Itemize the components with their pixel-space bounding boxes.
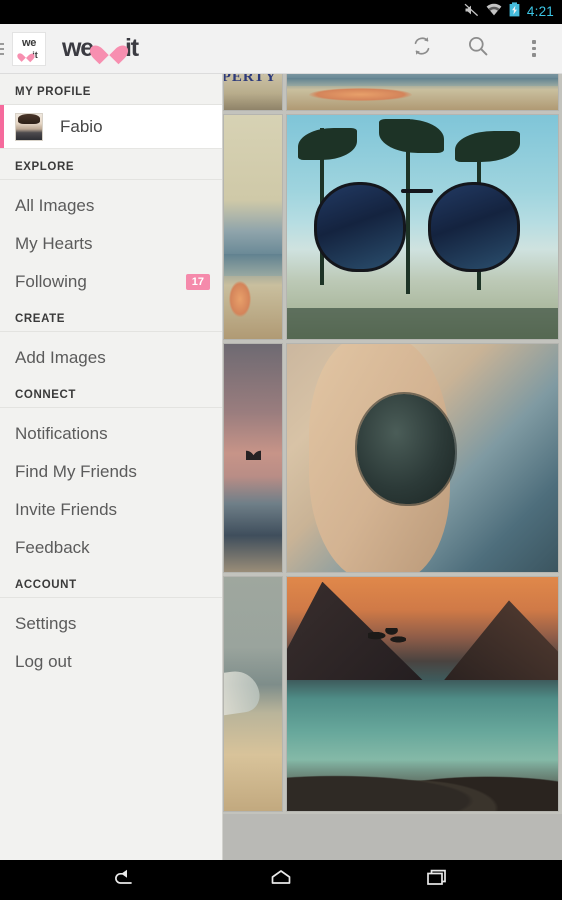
page-title: we it — [62, 34, 139, 63]
grid-column-right — [286, 24, 559, 812]
battery-charging-icon — [509, 2, 520, 22]
back-button[interactable] — [101, 860, 149, 900]
following-badge: 17 — [185, 273, 210, 291]
grid-item-sunset-seabird-photo[interactable] — [223, 343, 283, 573]
mountain-lake-photo — [287, 577, 558, 811]
avatar — [15, 112, 43, 141]
home-icon — [266, 867, 296, 894]
profile-name: Fabio — [60, 116, 103, 136]
drawer-item-settings[interactable]: Settings — [0, 605, 222, 643]
navigation-drawer: MY PROFILE Fabio EXPLORE All Images My H… — [0, 74, 223, 860]
home-button[interactable] — [257, 860, 305, 900]
recents-button[interactable] — [413, 860, 461, 900]
grid-item-beach-umbrella-photo[interactable] — [223, 114, 283, 340]
sunglasses-palms-photo — [287, 115, 558, 339]
drawer-section-create: CREATE — [0, 301, 222, 332]
drawer-item-add-images[interactable]: Add Images — [0, 339, 222, 377]
drawer-item-invite-friends[interactable]: Invite Friends — [0, 491, 222, 529]
baby-turtle-hand-photo — [287, 344, 558, 572]
sunglasses-left-lens — [314, 182, 407, 272]
device-screen: 4:21 PERTY MY PROFILE Fabio EXPLORE All … — [0, 0, 562, 900]
app-logo-we: we — [21, 37, 37, 49]
refresh-button[interactable] — [394, 24, 450, 74]
drawer-item-label: Log out — [15, 652, 72, 671]
grid-item-mountain-lake-photo[interactable] — [286, 576, 559, 812]
beach-umbrella-photo — [224, 115, 282, 339]
drawer-section-explore: EXPLORE — [0, 149, 222, 180]
drawer-item-find-my-friends[interactable]: Find My Friends — [0, 453, 222, 491]
wifi-icon — [486, 3, 502, 21]
back-icon — [110, 867, 140, 894]
drawer-item-label: My Hearts — [15, 234, 93, 253]
brand-we-text: we — [62, 34, 94, 62]
drawer-item-profile[interactable]: Fabio — [0, 105, 222, 149]
drawer-section-account: ACCOUNT — [0, 567, 222, 598]
sunglasses-bridge — [400, 188, 434, 193]
drawer-item-notifications[interactable]: Notifications — [0, 415, 222, 453]
drawer-item-following[interactable]: Following 17 — [0, 263, 222, 301]
grid-column-left — [223, 24, 283, 812]
sunset-seabird-photo — [224, 344, 282, 572]
refresh-icon — [410, 34, 434, 63]
system-navigation-bar — [0, 860, 562, 900]
drawer-item-all-images[interactable]: All Images — [0, 187, 222, 225]
search-icon — [466, 34, 490, 63]
overflow-menu-button[interactable] — [506, 24, 562, 74]
drawer-item-feedback[interactable]: Feedback — [0, 529, 222, 567]
drawer-item-label: Feedback — [15, 538, 90, 557]
drawer-item-label: Add Images — [15, 348, 106, 367]
mute-icon — [464, 3, 479, 22]
hamburger-icon[interactable] — [0, 24, 6, 74]
drawer-item-label: Find My Friends — [15, 462, 137, 481]
drawer-section-my-profile: MY PROFILE — [0, 74, 222, 105]
drawer-item-label: Following — [15, 272, 87, 291]
image-grid[interactable] — [223, 24, 562, 814]
overflow-menu-icon — [532, 40, 536, 57]
sunglasses-right-lens — [427, 182, 521, 272]
app-content: MY PROFILE Fabio EXPLORE All Images My H… — [0, 24, 562, 860]
drawer-item-label: Settings — [15, 614, 77, 633]
app-toolbar: we it we it — [0, 24, 562, 74]
app-logo-icon[interactable]: we it — [12, 31, 46, 66]
selection-indicator — [0, 105, 4, 148]
drawer-item-label: All Images — [15, 196, 95, 215]
status-bar: 4:21 — [0, 0, 562, 24]
grid-item-shoreline-photo[interactable] — [223, 576, 283, 812]
drawer-item-label: Invite Friends — [15, 500, 118, 519]
drawer-section-connect: CONNECT — [0, 377, 222, 408]
brand-heart-icon — [96, 37, 122, 60]
heart-icon — [20, 50, 31, 60]
search-button[interactable] — [450, 24, 506, 74]
grid-item-baby-turtle-hand-photo[interactable] — [286, 343, 559, 573]
recents-icon — [422, 867, 452, 894]
shoreline-photo — [224, 577, 282, 811]
grid-item-sunglasses-palms-photo[interactable] — [286, 114, 559, 340]
drawer-item-label: Notifications — [15, 424, 108, 443]
drawer-item-my-hearts[interactable]: My Hearts — [0, 225, 222, 263]
drawer-item-log-out[interactable]: Log out — [0, 643, 222, 681]
status-bar-clock: 4:21 — [526, 4, 554, 20]
